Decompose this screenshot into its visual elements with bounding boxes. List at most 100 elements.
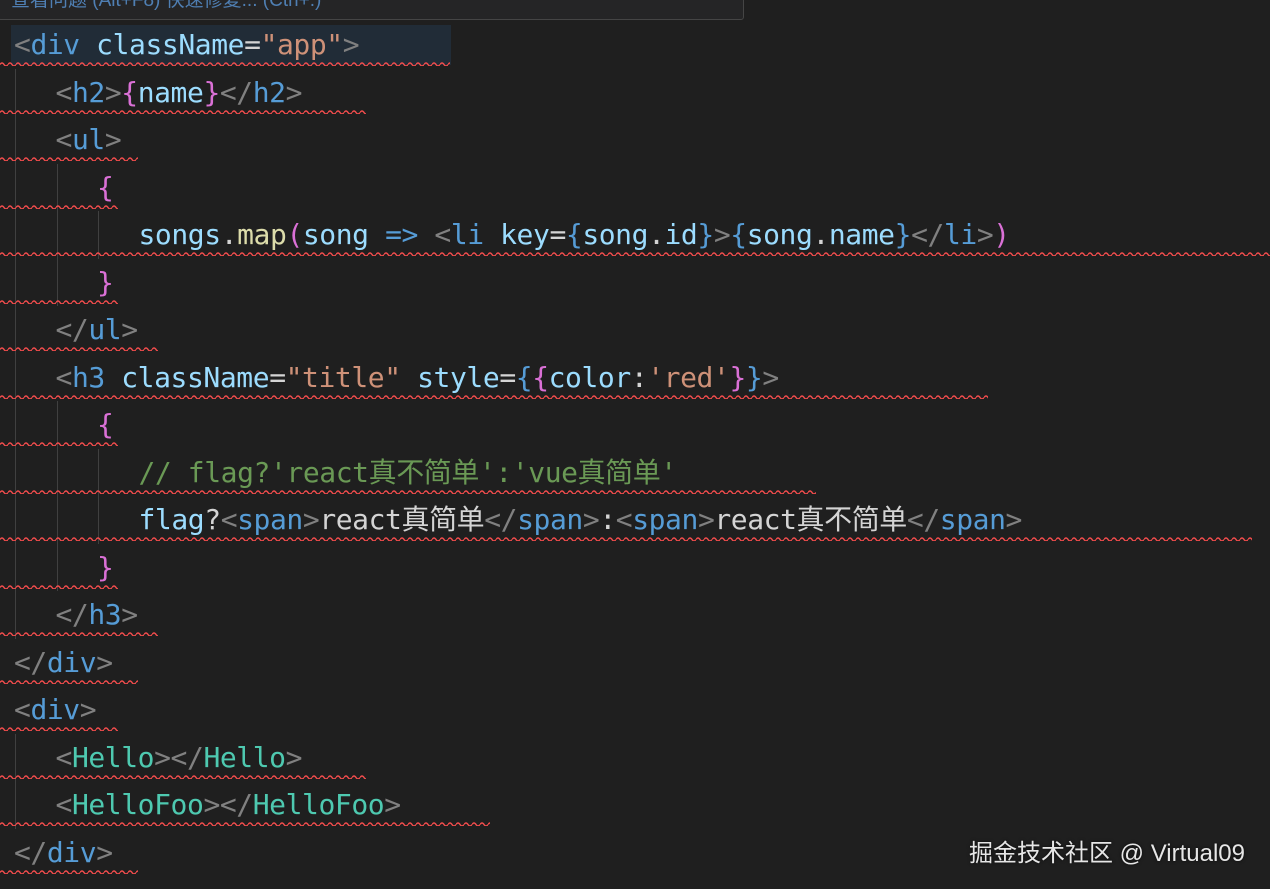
code-token: < (220, 503, 238, 536)
code-token: className (104, 360, 270, 394)
code-line-7[interactable]: </ul> (0, 306, 1270, 354)
code-token: > (697, 503, 715, 536)
error-squiggle (0, 583, 118, 589)
code-token: => (385, 218, 418, 251)
code-token: < (55, 75, 73, 109)
code-token: ( (286, 218, 303, 251)
code-token: > (79, 693, 97, 726)
code-token: </ (219, 75, 253, 109)
code-token: = (549, 218, 566, 251)
code-token: react真简单 (319, 503, 485, 536)
error-squiggle (0, 108, 366, 114)
code-token: HelloFoo (71, 788, 204, 821)
error-squiggle (0, 868, 138, 874)
code-token: span (939, 503, 1006, 536)
code-line-12[interactable]: } (0, 543, 1270, 591)
error-squiggle (0, 156, 138, 161)
code-editor[interactable]: <div className="app"> <h2>{name}</h2> <ul>… (0, 21, 1270, 876)
code-token: < (14, 693, 31, 726)
code-token: </ (14, 835, 47, 869)
code-line-14[interactable]: </div> (0, 639, 1270, 687)
code-token: { (730, 218, 747, 251)
code-token: : (599, 503, 616, 536)
code-token: . (812, 218, 829, 251)
code-line-5[interactable]: songs.map(song => <li key={song.id}>{son… (0, 211, 1270, 259)
code-token: > (121, 313, 138, 346)
code-line-3[interactable]: <ul> (0, 116, 1270, 164)
code-token: { (97, 408, 114, 441)
code-token: { (515, 360, 533, 394)
code-token: > (582, 503, 600, 536)
code-token: < (14, 28, 31, 61)
code-token: span (237, 503, 303, 536)
code-token: ul (88, 313, 122, 346)
code-line-9[interactable]: { (0, 401, 1270, 449)
code-line-6[interactable]: } (0, 258, 1270, 306)
code-token: </ (55, 598, 89, 631)
problem-hover-widget[interactable]: 查看问题 (Alt+F8) 快速修复... (Ctrl+.) (0, 0, 744, 20)
code-token: </ (911, 218, 944, 251)
code-token: ) (993, 218, 1010, 251)
code-line-2[interactable]: <h2>{name}</h2> (0, 68, 1270, 116)
code-token: < (615, 503, 633, 536)
code-line-17[interactable]: <HelloFoo></HelloFoo> (0, 781, 1270, 829)
code-token: > (96, 835, 113, 869)
code-line-11[interactable]: flag?<span>react真简单</span>:<span>react真不… (0, 496, 1270, 544)
code-token: // flag?'react真不简单':'vue真简单' (138, 455, 678, 489)
error-squiggle (0, 203, 118, 209)
code-token: span (517, 503, 583, 536)
code-token: > (104, 123, 122, 156)
code-token: span (632, 503, 698, 536)
code-line-10[interactable]: // flag?'react真不简单':'vue真简单' (0, 448, 1270, 496)
code-token: li (943, 218, 977, 251)
code-token: } (745, 360, 763, 394)
code-token: ? (204, 503, 221, 536)
code-token: { (565, 218, 583, 251)
code-token: > (285, 740, 303, 774)
code-token: Hello (203, 740, 286, 774)
code-token: 'red' (647, 360, 730, 394)
code-token: h2 (71, 75, 105, 109)
code-token: li (450, 218, 484, 251)
code-token: h3 (88, 598, 122, 631)
code-token: > (976, 218, 994, 251)
code-token: </ (55, 313, 89, 346)
error-squiggle (0, 441, 118, 446)
code-token: < (434, 218, 451, 251)
code-token: style (400, 360, 500, 394)
code-token: song (302, 218, 369, 251)
code-token: } (894, 218, 912, 251)
code-line-16[interactable]: <Hello></Hello> (0, 733, 1270, 781)
hover-actions-text[interactable]: 查看问题 (Alt+F8) 快速修复... (Ctrl+.) (11, 0, 321, 11)
code-token: ></ (154, 740, 204, 774)
code-line-13[interactable]: </h3> (0, 591, 1270, 639)
code-token: ></ (203, 788, 253, 821)
code-token: } (97, 265, 114, 299)
code-token: = (244, 28, 261, 61)
error-squiggle (0, 678, 138, 684)
code-token: : (630, 360, 648, 394)
error-squiggle (0, 61, 450, 66)
code-token: className (79, 28, 245, 61)
code-line-4[interactable]: { (0, 163, 1270, 211)
code-token: div (30, 693, 80, 726)
code-token: react真不简单 (714, 503, 907, 536)
code-token: > (285, 75, 303, 109)
code-token: </ (484, 503, 518, 536)
code-token: "title" (285, 360, 401, 394)
code-token: { (532, 360, 549, 394)
code-line-1[interactable]: <div className="app"> (0, 21, 1270, 69)
code-token: > (762, 360, 779, 394)
code-token: . (220, 218, 238, 251)
error-squiggle (0, 298, 118, 304)
code-token: = (269, 360, 286, 394)
code-token: { (121, 75, 138, 109)
code-line-15[interactable]: <div> (0, 686, 1270, 734)
code-line-8[interactable]: <h3 className="title" style={{color:'red… (0, 353, 1270, 401)
code-token: songs (138, 218, 222, 251)
code-token: HelloFoo (252, 788, 385, 821)
code-token: > (1005, 503, 1023, 536)
code-token: h2 (252, 75, 286, 109)
code-token: color (548, 360, 632, 394)
